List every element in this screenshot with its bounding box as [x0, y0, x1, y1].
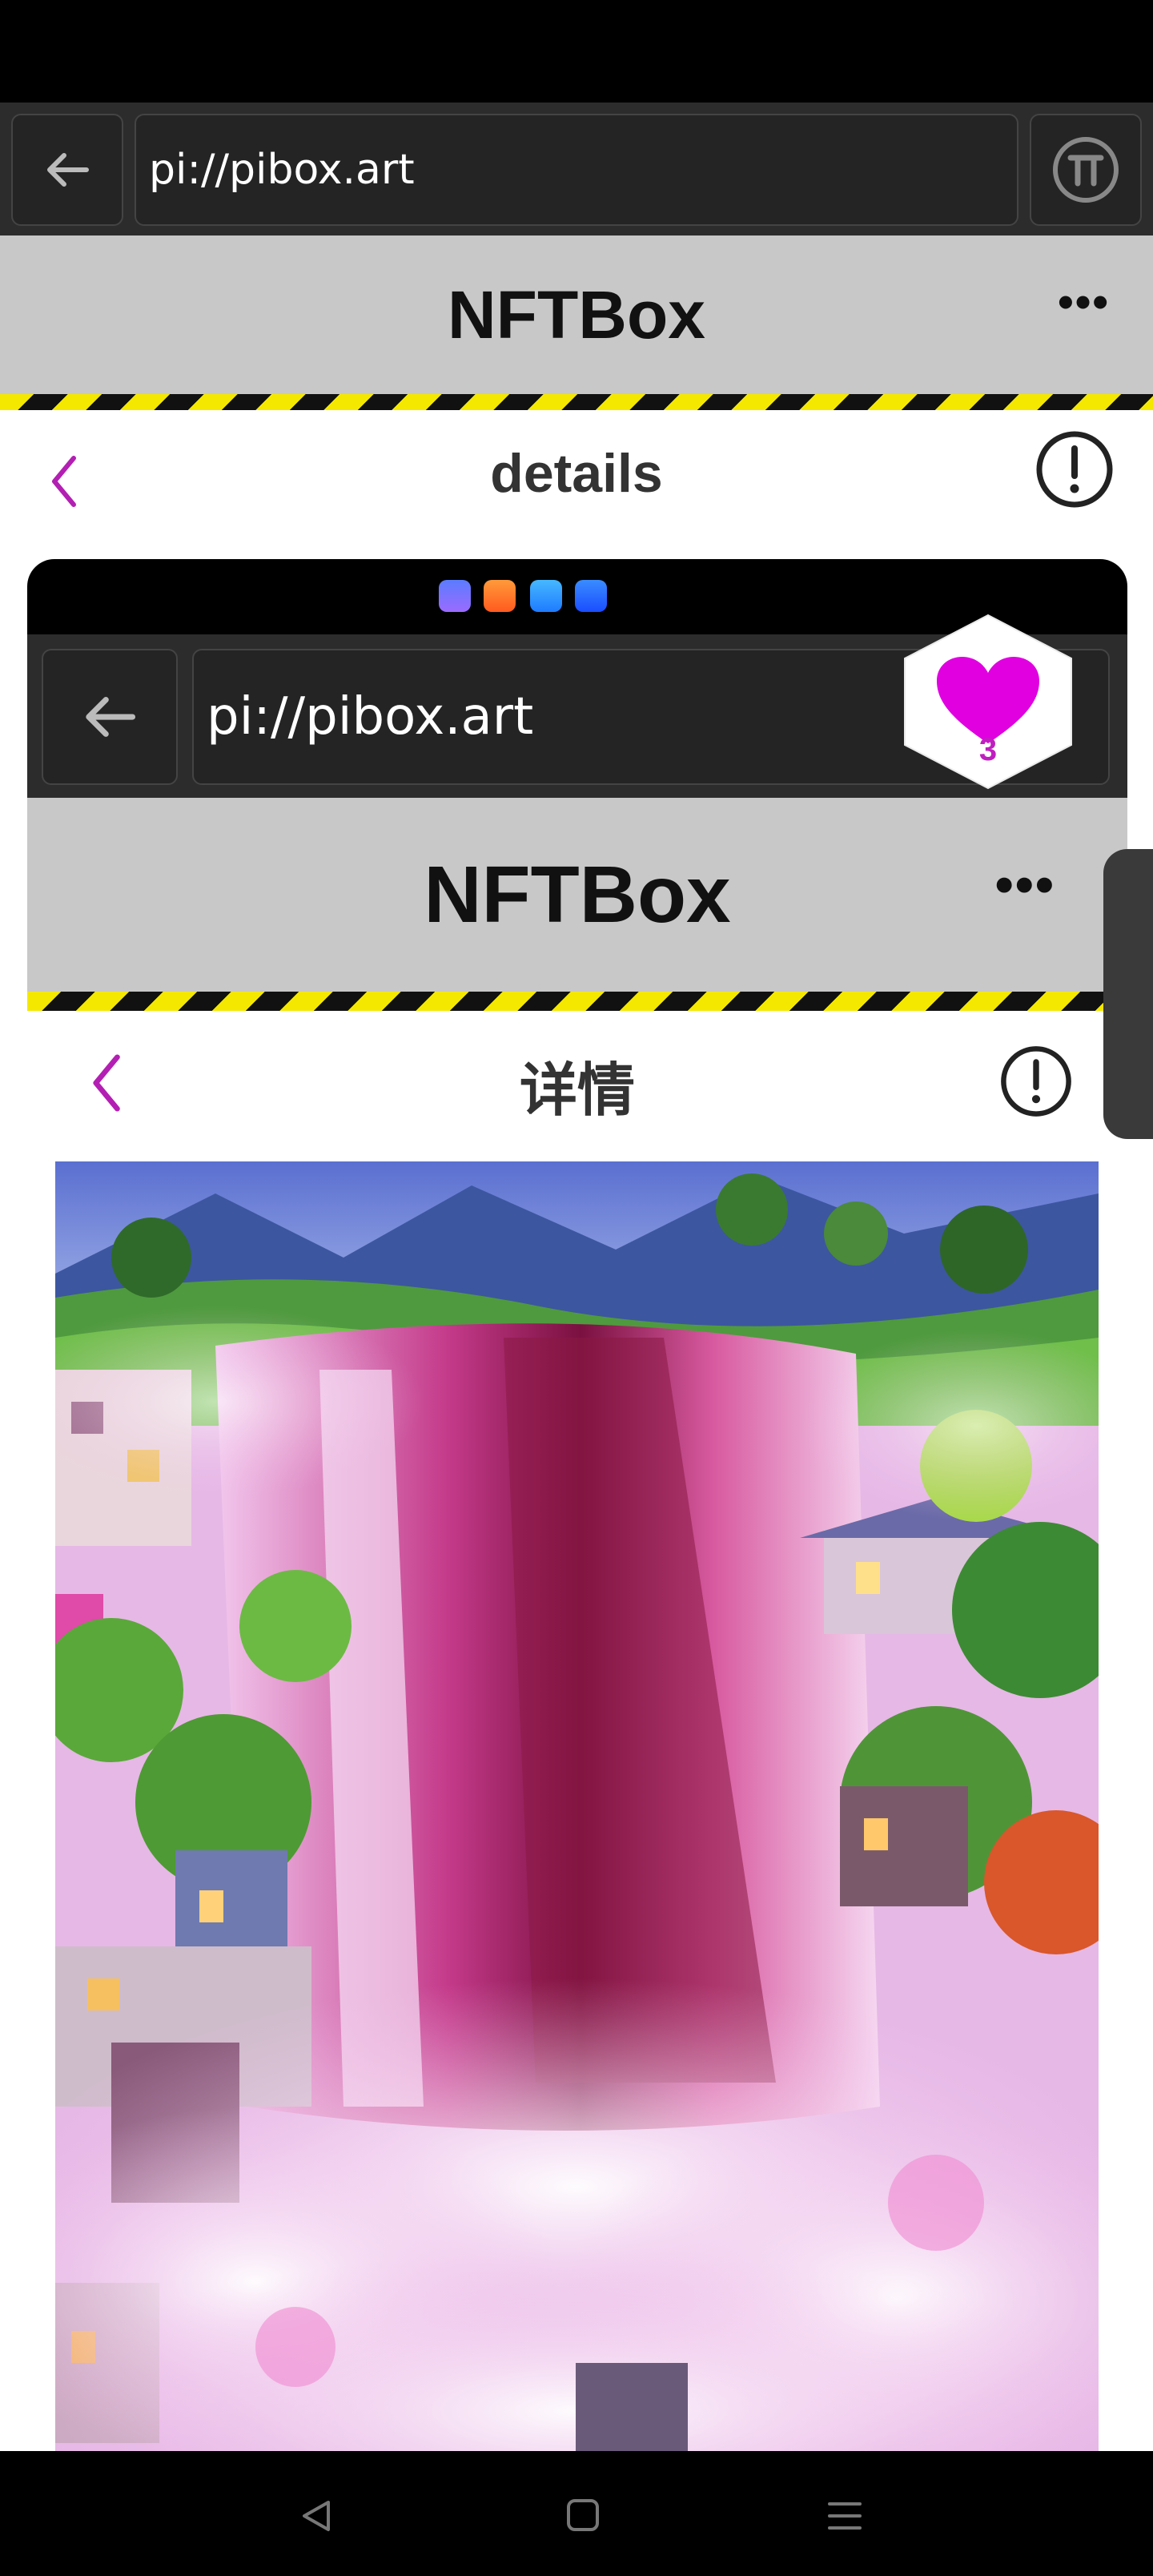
music-app-icon	[439, 580, 471, 612]
arrow-left-icon	[86, 697, 136, 737]
more-menu-button[interactable]: •••	[1058, 276, 1110, 328]
page-bar: details	[0, 410, 1153, 559]
nav-home-icon[interactable]	[564, 2496, 602, 2534]
cloud-app-icon	[530, 580, 562, 612]
nav-recents-icon[interactable]	[825, 2498, 865, 2534]
hazard-stripe	[0, 394, 1153, 410]
url-field[interactable]: pi://pibox.art	[135, 114, 1018, 226]
inner-back-chevron-icon	[93, 1054, 120, 1112]
status-bar	[0, 0, 1153, 103]
like-count: 3	[978, 732, 998, 767]
waterfall-artwork	[55, 1161, 1099, 2451]
like-button[interactable]: 3	[897, 612, 1079, 791]
app-header: NFTBox •••	[0, 235, 1153, 394]
inner-more-menu: •••	[994, 855, 1055, 914]
nft-artwork-image	[55, 1161, 1099, 2451]
arrow-left-icon	[47, 153, 89, 187]
inner-page-title: 详情	[519, 1057, 635, 1124]
pi-browser-button[interactable]	[1030, 114, 1142, 226]
nav-back-icon[interactable]	[296, 2496, 336, 2536]
inner-hazard-stripe	[27, 992, 1127, 1011]
video-app-icon	[484, 580, 516, 612]
system-nav-bar	[0, 2451, 1153, 2576]
app-title: NFTBox	[448, 276, 705, 352]
inner-app-title: NFTBox	[424, 849, 731, 940]
page-title: details	[490, 443, 663, 504]
browser-back-button[interactable]	[11, 114, 123, 226]
alert-circle-icon[interactable]	[1033, 428, 1116, 511]
inner-url-text: pi://pibox.art	[207, 687, 534, 747]
inner-back-button	[42, 649, 178, 785]
url-text: pi://pibox.art	[149, 146, 415, 194]
side-drawer-handle[interactable]	[1103, 849, 1153, 1139]
back-chevron-button[interactable]	[43, 445, 83, 517]
pi-logo-icon	[1053, 137, 1119, 203]
inner-alert-circle-icon	[1001, 1046, 1071, 1117]
tips-app-icon	[575, 580, 607, 612]
browser-toolbar: pi://pibox.art	[0, 103, 1153, 235]
inner-page-bar: 详情	[27, 1011, 1127, 1139]
inner-app-header: NFTBox •••	[27, 798, 1127, 992]
